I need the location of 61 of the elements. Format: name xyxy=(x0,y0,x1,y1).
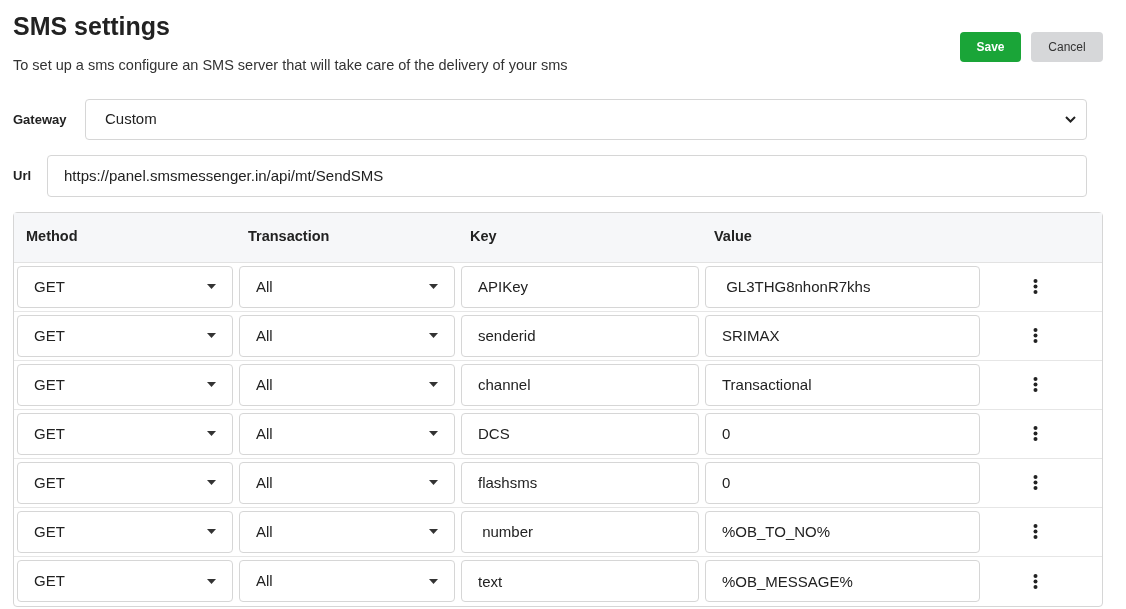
transaction-dropdown[interactable]: All xyxy=(239,560,455,603)
url-input-field[interactable]: https://panel.smsmessenger.in/api/mt/SendSMS xyxy=(47,154,1087,197)
caret-icon xyxy=(429,578,438,584)
more-options-icon[interactable] xyxy=(1032,425,1038,442)
more-options-icon[interactable] xyxy=(1032,376,1038,393)
input-field[interactable]: senderid xyxy=(461,314,699,357)
transaction-dropdown[interactable]: All xyxy=(239,461,455,504)
method-dropdown[interactable]: GET xyxy=(17,314,233,357)
input-field[interactable]: SRIMAX xyxy=(705,314,980,357)
transaction-dropdown[interactable]: All xyxy=(239,265,455,308)
caret-icon xyxy=(429,480,438,486)
caret-icon xyxy=(207,529,216,535)
transaction-dropdown[interactable]: All xyxy=(239,510,455,553)
input-field[interactable]: flashsms xyxy=(461,461,699,504)
column-header: Key xyxy=(469,227,498,247)
input-field[interactable]: GL3THG8nhonR7khs xyxy=(705,265,980,308)
input-field[interactable]: APIKey xyxy=(461,265,699,308)
caret-icon xyxy=(207,333,216,339)
caret-icon xyxy=(207,382,216,388)
transaction-dropdown[interactable]: All xyxy=(239,314,455,357)
page-title: SMS settings xyxy=(13,11,171,42)
caret-icon xyxy=(207,431,216,437)
input-field[interactable]: %OB_MESSAGE% xyxy=(705,560,980,603)
column-header: Method xyxy=(25,227,79,247)
method-dropdown[interactable]: GET xyxy=(17,363,233,406)
page-description: To set up a sms configure an SMS server that will take care of the delivery of your sms xyxy=(13,56,568,75)
input-field[interactable]: 0 xyxy=(705,461,980,504)
method-dropdown[interactable]: GET xyxy=(17,560,233,603)
input-field[interactable]: number xyxy=(461,510,699,553)
caret-icon xyxy=(207,284,216,290)
gateway-dropdown[interactable]: Custom xyxy=(85,98,1087,140)
transaction-dropdown[interactable]: All xyxy=(239,363,455,406)
caret-icon xyxy=(429,529,438,535)
method-dropdown[interactable]: GET xyxy=(17,461,233,504)
column-header: Value xyxy=(713,227,753,247)
method-dropdown[interactable]: GET xyxy=(17,412,233,455)
url-label: Url xyxy=(13,167,33,185)
input-field[interactable]: 0 xyxy=(705,412,980,455)
more-options-icon[interactable] xyxy=(1032,278,1038,295)
method-dropdown[interactable]: GET xyxy=(17,510,233,553)
caret-icon xyxy=(207,578,216,584)
input-field[interactable]: DCS xyxy=(461,412,699,455)
input-field[interactable]: Transactional xyxy=(705,363,980,406)
transaction-dropdown[interactable]: All xyxy=(239,412,455,455)
caret-icon xyxy=(429,333,438,339)
column-header: Transaction xyxy=(247,227,331,247)
more-options-icon[interactable] xyxy=(1032,523,1038,540)
cancel-button[interactable]: Cancel xyxy=(1031,32,1103,62)
more-options-icon[interactable] xyxy=(1032,474,1038,491)
caret-icon xyxy=(429,284,438,290)
input-field[interactable]: text xyxy=(461,560,699,603)
more-options-icon[interactable] xyxy=(1032,327,1038,344)
gateway-label: Gateway xyxy=(13,110,68,129)
input-field[interactable]: channel xyxy=(461,363,699,406)
caret-icon xyxy=(429,382,438,388)
more-options-icon[interactable] xyxy=(1032,573,1038,590)
caret-icon xyxy=(207,480,216,486)
method-dropdown[interactable]: GET xyxy=(17,265,233,308)
caret-icon xyxy=(429,431,438,437)
input-field[interactable]: %OB_TO_NO% xyxy=(705,510,980,553)
chevron-down-icon xyxy=(1065,115,1076,123)
